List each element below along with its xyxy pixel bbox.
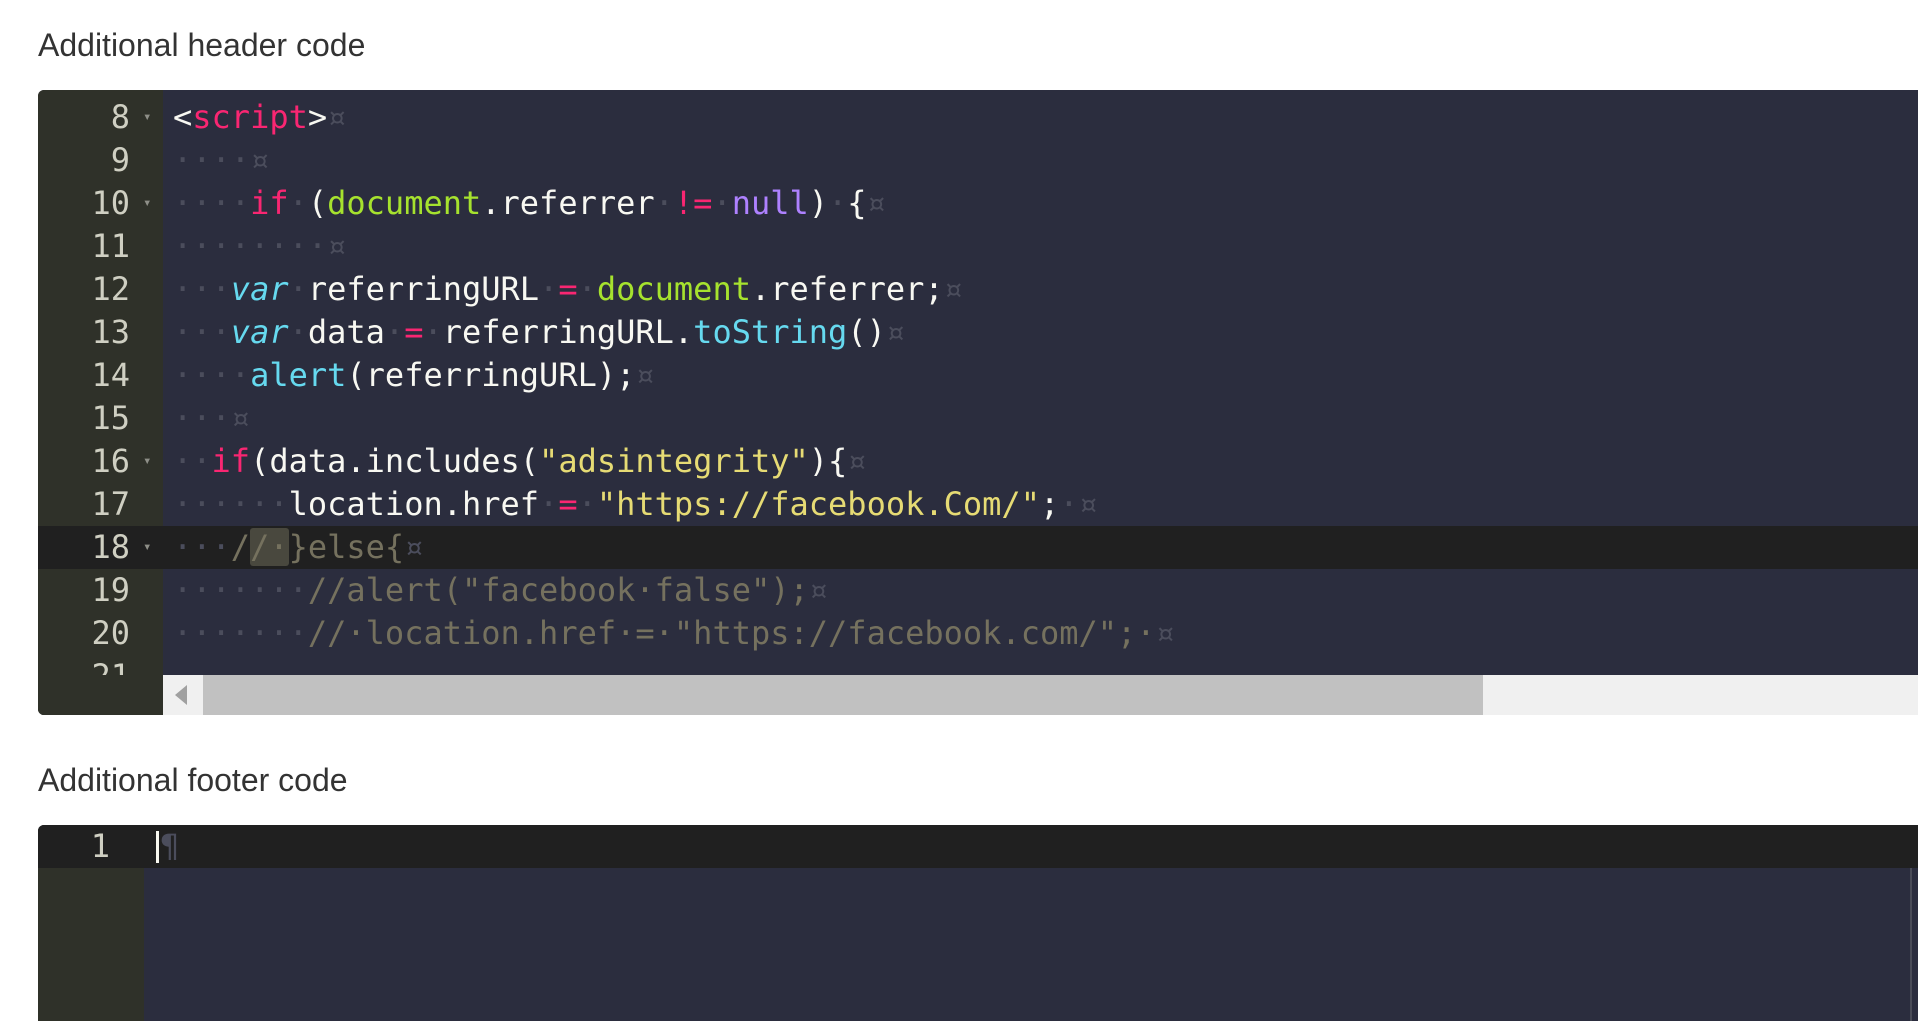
- code-line[interactable]: 11 ········¤: [91, 225, 1918, 268]
- code-text: <script>¤: [173, 98, 347, 136]
- code-line[interactable]: 17 ······location.href·=·"https://faceboo…: [91, 483, 1918, 526]
- code-text: ·······//·location.href·=·"https://faceb…: [173, 614, 1175, 652]
- code-line[interactable]: 13 ···var·data·=·referringURL.toString()¤: [91, 311, 1918, 354]
- code-text: ····¤: [173, 141, 270, 179]
- fold-arrow-icon[interactable]: ▾: [143, 182, 157, 225]
- horizontal-scrollbar[interactable]: [163, 675, 1918, 715]
- code-text: ···var·referringURL·=·document.referrer;…: [173, 270, 963, 308]
- line-number: 18: [91, 528, 130, 566]
- footer-code-label: Additional footer code: [38, 762, 348, 798]
- code-text: ··if(data.includes("adsintegrity"){¤: [173, 442, 867, 480]
- line-number: 1: [90, 827, 110, 865]
- code-text: ···¤: [173, 399, 251, 437]
- code-text: ····alert(referringURL);¤: [173, 356, 655, 394]
- horizontal-scrollbar-thumb[interactable]: [203, 675, 1483, 715]
- code-text: ····if·(document.referrer·!=·null)·{¤: [173, 184, 886, 222]
- line-number: 11: [91, 227, 130, 265]
- code-text: ·······//alert("facebook·false");¤: [173, 571, 829, 609]
- code-line[interactable]: 15 ···¤: [91, 397, 1918, 440]
- line-number: 13: [91, 313, 130, 351]
- code-text: ······location.href·=·"https://facebook.…: [173, 485, 1098, 523]
- end-of-line-marker: ¶: [160, 827, 180, 865]
- code-text: ···//·}else{¤: [173, 528, 424, 566]
- scroll-left-arrow-icon[interactable]: [175, 685, 187, 705]
- code-content-area[interactable]: 7¤8▾<script>¤9····¤10▾····if·(document.r…: [38, 90, 1918, 715]
- fold-arrow-icon[interactable]: ▾: [143, 96, 157, 139]
- code-line[interactable]: 12 ···var·referringURL·=·document.referre…: [91, 268, 1918, 311]
- text-cursor: [156, 831, 159, 863]
- code-line[interactable]: 16 ▾ ··if(data.includes("adsintegrity"){¤: [91, 440, 1918, 483]
- fold-arrow-icon[interactable]: ▾: [143, 440, 157, 483]
- header-code-label: Additional header code: [38, 27, 366, 63]
- line-number: 14: [91, 356, 130, 394]
- line-number: 12: [91, 270, 130, 308]
- code-line[interactable]: 19 ·······//alert("facebook·false");¤: [91, 569, 1918, 612]
- active-line[interactable]: 1 ¶: [38, 825, 1918, 868]
- code-line[interactable]: 20 ·······//·location.href·=·"https://fac…: [91, 612, 1918, 655]
- code-line[interactable]: 9 ····¤: [111, 139, 1918, 182]
- scrollbar-gutter-pad: [38, 675, 163, 715]
- code-line[interactable]: 14 ····alert(referringURL);¤: [91, 354, 1918, 397]
- code-text: ········¤: [173, 227, 347, 265]
- line-number: 15: [91, 399, 130, 437]
- line-number: 8: [110, 98, 130, 136]
- code-text: ···var·data·=·referringURL.toString()¤: [173, 313, 906, 351]
- line-number: 10: [91, 184, 130, 222]
- footer-code-editor[interactable]: 1 ¶: [38, 825, 1918, 1021]
- code-line[interactable]: 10 ▾ ····if·(document.referrer·!=·null)·{¤: [91, 182, 1918, 225]
- fold-arrow-icon[interactable]: ▾: [143, 526, 157, 569]
- line-number: 16: [91, 442, 130, 480]
- line-number: 9: [110, 141, 130, 179]
- code-line[interactable]: 8 ▾ <script>¤: [111, 96, 1918, 139]
- line-number: 17: [91, 485, 130, 523]
- header-code-editor[interactable]: 7¤8▾<script>¤9····¤10▾····if·(document.r…: [38, 90, 1918, 715]
- code-lines[interactable]: 7¤8▾<script>¤9····¤10▾····if·(document.r…: [38, 90, 1918, 698]
- line-number: 19: [91, 571, 130, 609]
- code-line[interactable]: 18 ▾ ···//·}else{¤: [38, 526, 1918, 569]
- line-number: 20: [91, 614, 130, 652]
